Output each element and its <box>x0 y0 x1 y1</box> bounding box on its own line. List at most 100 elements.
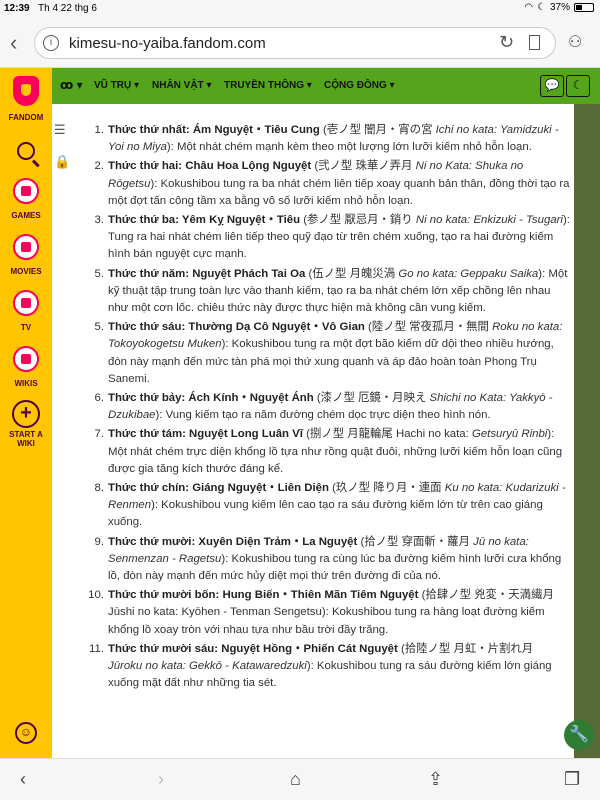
technique-name: Thức thứ hai: Châu Hoa Lộng Nguyệt <box>108 160 312 173</box>
technique-desc: ): Một nhát chém mạnh kèm theo một lượng… <box>166 141 532 154</box>
list-item: 3. Thức thứ ba: Yêm Kỵ Nguyệt・Tiêu (参ノ型 厭… <box>80 212 570 264</box>
user-icon: ☺ <box>15 722 37 744</box>
fandom-logo-icon <box>13 76 39 106</box>
user-account-button[interactable]: ☺ <box>0 722 52 744</box>
list-number: 9. <box>94 535 105 548</box>
url-field[interactable]: i kimesu-no-yaiba.fandom.com ↻ <box>34 27 556 59</box>
nav-truyen-thong[interactable]: TRUYỀN THÔNG ▾ <box>224 80 312 91</box>
list-item: 9. Thức thứ mười: Xuyên Diện Trảm・La Nguy… <box>80 534 570 586</box>
discussions-icon[interactable]: 💬 <box>540 75 564 97</box>
fandom-logo[interactable]: FANDOM <box>0 76 52 122</box>
rail-item-label: START A WIKI <box>9 430 43 448</box>
list-item: 8. Thức thứ chín: Giáng Nguyệt・Liên Diện … <box>80 480 570 532</box>
technique-name: Thức thứ bảy: Ách Kính・Nguyệt Ánh <box>108 392 314 405</box>
fandom-logo-label: FANDOM <box>8 113 44 122</box>
technique-desc: ): Vung kiếm tạo ra năm đường chém dọc t… <box>155 409 491 422</box>
status-date: Th 4 22 thg 6 <box>38 3 97 14</box>
technique-desc: ): Kokushibou vung kiếm lên cao tạo ra s… <box>108 499 543 529</box>
rail-item-label: MOVIES <box>10 267 42 276</box>
film-icon <box>13 234 39 260</box>
list-number: 1. <box>94 124 105 136</box>
list-item: 5. Thức thứ sáu: Thường Dạ Cô Nguyệt・Vô G… <box>80 319 570 388</box>
nav-cong-dong[interactable]: CỘNG ĐỒNG ▾ <box>324 80 395 91</box>
list-item: 7. Thức thứ tám: Nguyệt Long Luân Vĩ (捌ノ型… <box>80 426 570 478</box>
tv-icon <box>13 290 39 316</box>
wifi-icon: ◠ <box>524 2 534 13</box>
browser-bottom-bar: ‹ › ⌂ ⇪ ❐ <box>0 758 600 800</box>
list-number: 10. <box>88 589 104 602</box>
rail-item-label: GAMES <box>11 211 41 220</box>
technique-romaji: Go no kata: Geppaku Saika <box>398 267 539 280</box>
technique-name: Thức thứ tám: Nguyệt Long Luân Vĩ <box>108 428 303 441</box>
wiki-navigation: ꝏ ▾ VŨ TRỤ ▾ NHÂN VẬT ▾ TRUYỀN THÔNG ▾ C… <box>52 68 600 104</box>
share-icon[interactable]: ⇪ <box>428 769 443 790</box>
rail-item-wikis[interactable]: WIKIS <box>0 346 52 388</box>
bookmark-icon[interactable] <box>529 35 540 50</box>
technique-jp: (捌ノ型 月龍輪尾 Hachi no kata: <box>302 428 472 441</box>
list-number: 2. <box>94 160 105 173</box>
wrench-icon[interactable]: 🔧 <box>564 720 594 750</box>
nav-nhan-vat[interactable]: NHÂN VẬT ▾ <box>152 80 211 91</box>
technique-jp: (弐ノ型 珠華ノ弄月 <box>311 160 416 173</box>
technique-jp: (拾陸ノ型 月虹・片割れ月 <box>397 642 534 655</box>
list-item: 6. Thức thứ bảy: Ách Kính・Nguyệt Ánh (漆ノ型… <box>80 390 570 424</box>
rail-item-label: TV <box>20 323 32 332</box>
list-item: 5. Thức thứ năm: Nguyệt Phách Tai Oa (伍ノ型… <box>80 266 570 318</box>
technique-jp: (壱ノ型 闇月・宵の宮 <box>319 124 436 136</box>
status-time: 12:39 <box>4 3 30 14</box>
status-bar: 12:39 Th 4 22 thg 6 ◠ ☾ 37% <box>0 0 600 18</box>
list-number: 11. <box>89 642 104 655</box>
moon-icon: ☾ <box>537 2 546 13</box>
technique-jp: (玖ノ型 降り月・連面 <box>328 482 445 495</box>
chevron-left-icon[interactable]: ‹ <box>10 30 17 56</box>
technique-name: Thức thứ ba: Yêm Kỵ Nguyệt・Tiêu <box>108 214 301 227</box>
reload-icon[interactable]: ↻ <box>499 32 514 53</box>
back-arrow-icon[interactable]: ‹ <box>20 769 26 790</box>
technique-name: Thức thứ nhất: Ám Nguyệt・Tiêu Cung <box>108 124 320 136</box>
theme-toggle-icon[interactable]: ☾ <box>566 75 590 97</box>
battery-icon <box>574 3 594 12</box>
list-item: 2. Thức thứ hai: Châu Hoa Lộng Nguyệt (弐ノ… <box>80 158 570 210</box>
search-icon <box>17 142 35 160</box>
voice-icon[interactable]: ⚇ <box>568 32 582 52</box>
rail-item-start-a-wiki[interactable]: + START A WIKI <box>0 400 52 448</box>
fandom-global-nav: FANDOM GAMES MOVIES TV WIKIS + START A W… <box>0 68 52 758</box>
info-icon[interactable]: i <box>43 35 59 51</box>
rail-item-movies[interactable]: MOVIES <box>0 234 52 276</box>
technique-romaji: Ni no kata: Enkizuki - Tsugari <box>415 214 563 227</box>
technique-name: Thức thứ năm: Nguyệt Phách Tai Oa <box>108 267 306 280</box>
wiki-home-icon[interactable]: ꝏ ▾ <box>60 78 83 92</box>
list-number: 6. <box>94 392 105 405</box>
article-content: 1. Thức thứ nhất: Ám Nguyệt・Tiêu Cung (壱ノ… <box>80 122 570 695</box>
list-number: 3. <box>94 214 105 227</box>
toc-icon[interactable]: ☰ <box>54 122 66 138</box>
search-button[interactable] <box>0 138 52 165</box>
list-item: 1. Thức thứ nhất: Ám Nguyệt・Tiêu Cung (壱ノ… <box>80 122 570 156</box>
list-number: 8. <box>94 482 105 495</box>
battery-fill <box>576 5 582 10</box>
battery-percent: 37% <box>549 2 570 13</box>
forward-arrow-icon[interactable]: › <box>158 769 164 790</box>
rail-item-label: WIKIS <box>14 379 38 388</box>
technique-name: Thức thứ chín: Giáng Nguyệt・Liên Diện <box>108 482 329 495</box>
technique-jp: (陸ノ型 常夜孤月・無間 <box>364 321 493 334</box>
lock-icon[interactable]: 🔒 <box>54 154 70 170</box>
technique-desc: ): Kokushibou tung ra ba nhát chém liên … <box>108 177 570 207</box>
rail-item-games[interactable]: GAMES <box>0 178 52 220</box>
book-icon <box>13 346 39 372</box>
list-item: 10. Thức thứ mười bốn: Hung Biến・Thiên Mã… <box>80 587 570 639</box>
technique-name: Thức thứ mười sáu: Nguyệt Hồng・Phiến Cát… <box>108 642 398 655</box>
rail-item-tv[interactable]: TV <box>0 290 52 332</box>
technique-list: 1. Thức thứ nhất: Ám Nguyệt・Tiêu Cung (壱ノ… <box>80 122 570 693</box>
technique-name: Thức thứ mười: Xuyên Diện Trảm・La Nguyệt <box>108 535 358 548</box>
browser-toolbar: ‹ i kimesu-no-yaiba.fandom.com ↻ ⚇ <box>0 18 600 68</box>
plus-icon: + <box>12 400 40 428</box>
home-icon[interactable]: ⌂ <box>290 769 301 790</box>
list-number: 5. <box>94 267 105 280</box>
url-text[interactable]: kimesu-no-yaiba.fandom.com <box>69 35 266 52</box>
list-number: 5. <box>94 321 105 334</box>
gamepad-icon <box>13 178 39 204</box>
tabs-icon[interactable]: ❐ <box>564 769 580 790</box>
nav-vu-tru[interactable]: VŨ TRỤ ▾ <box>94 80 139 91</box>
technique-jp: (拾ノ型 穿面斬・蘿月 <box>357 535 474 548</box>
